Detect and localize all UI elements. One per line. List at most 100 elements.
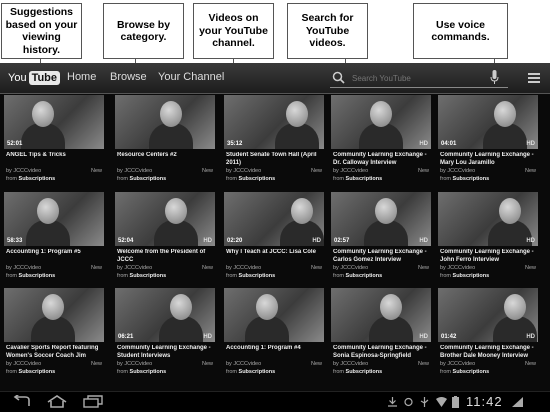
thumbnail-face	[170, 294, 192, 320]
video-card[interactable]: Accounting 1: Program #4 by JCCCvideo New f…	[224, 288, 324, 381]
video-card[interactable]: 02:57 HD Community Learning Exchange - Car…	[331, 192, 431, 285]
hd-badge: HD	[419, 334, 428, 340]
video-title[interactable]: ANGEL Tips & Tricks	[6, 152, 102, 167]
signal-icon	[512, 397, 523, 407]
video-thumbnail[interactable]	[4, 288, 104, 342]
video-source: from Subscriptions	[6, 369, 56, 375]
video-title[interactable]: Accounting 1: Program #5	[6, 249, 102, 264]
video-thumbnail[interactable]	[224, 288, 324, 342]
video-source-label: Subscriptions	[452, 273, 490, 279]
video-uploader: by JCCCvideo	[226, 361, 262, 367]
video-source: from Subscriptions	[117, 273, 167, 279]
hd-badge: HD	[203, 334, 212, 340]
new-badge: New	[524, 361, 536, 367]
video-title[interactable]: Community Learning Exchange - Sonia Espi…	[333, 345, 429, 360]
video-source: from Subscriptions	[333, 369, 383, 375]
video-title[interactable]: Resource Centers #2	[117, 152, 213, 167]
youtube-logo[interactable]: You Tube	[6, 70, 61, 86]
video-card[interactable]: HD Community Learning Exchange - Sonia Es…	[331, 288, 431, 381]
thumbnail-face	[160, 101, 182, 127]
video-thumbnail[interactable]: 52:04 HD	[115, 192, 215, 246]
video-card[interactable]: 58:33 Accounting 1: Program #5 by JCCCvide…	[4, 192, 104, 285]
video-thumbnail[interactable]: 58:33	[4, 192, 104, 246]
video-thumbnail[interactable]: 02:20 HD	[224, 192, 324, 246]
video-title[interactable]: Community Learning Exchange - John Ferro…	[440, 249, 536, 264]
search-box[interactable]	[330, 68, 508, 88]
video-thumbnail[interactable]: 35:12	[224, 95, 324, 149]
callout-text: Suggestions based on your viewing histor…	[5, 6, 78, 56]
video-title[interactable]: Accounting 1: Program #4	[226, 345, 322, 360]
video-title[interactable]: Community Learning Exchange - Mary Lou J…	[440, 152, 536, 167]
hd-badge: HD	[526, 238, 535, 244]
new-badge: New	[417, 361, 429, 367]
video-uploader: by JCCCvideo	[440, 265, 476, 271]
hd-badge: HD	[312, 238, 321, 244]
video-thumbnail[interactable]: HD	[331, 95, 431, 149]
recent-apps-icon[interactable]	[82, 395, 104, 408]
nav-your-channel[interactable]: Your Channel	[158, 71, 224, 83]
nav-browse[interactable]: Browse	[110, 71, 147, 83]
microphone-icon[interactable]	[490, 70, 499, 86]
video-card[interactable]: 06:21 HD Community Learning Exchange - Stu…	[115, 288, 215, 381]
video-source-label: Subscriptions	[129, 176, 167, 182]
video-card[interactable]: 35:12 Student Senate Town Hall (April 201…	[224, 95, 324, 188]
video-card[interactable]: 02:20 HD Why I Teach at JCCC: Lisa Cole by …	[224, 192, 324, 285]
video-card[interactable]: 01:42 HD Community Learning Exchange - Bro…	[438, 288, 538, 381]
video-thumbnail[interactable]: HD	[438, 192, 538, 246]
video-source: from Subscriptions	[226, 273, 276, 279]
search-input[interactable]	[350, 70, 504, 86]
nav-home[interactable]: Home	[67, 71, 96, 83]
video-card[interactable]: 04:01 HD Community Learning Exchange - Mar…	[438, 95, 538, 188]
video-title[interactable]: Cavalier Sports Report featuring Women's…	[6, 345, 102, 360]
video-title[interactable]: Community Learning Exchange - Dr. Callow…	[333, 152, 429, 167]
video-card[interactable]: 52:04 HD Welcome from the President of JCC…	[115, 192, 215, 285]
video-title[interactable]: Student Senate Town Hall (April 2011)	[226, 152, 322, 167]
search-icon[interactable]	[332, 71, 345, 84]
video-thumbnail[interactable]: 04:01 HD	[438, 95, 538, 149]
thumbnail-face	[32, 101, 54, 127]
video-title[interactable]: Community Learning Exchange - Student In…	[117, 345, 213, 360]
thumbnail-face	[37, 198, 59, 224]
action-bar: You Tube Home Browse Your Channel	[0, 63, 550, 94]
new-badge: New	[201, 361, 213, 367]
video-thumbnail[interactable]: 52:01	[4, 95, 104, 149]
video-source: from Subscriptions	[6, 273, 56, 279]
thumbnail-face	[380, 294, 402, 320]
menu-icon[interactable]	[528, 72, 540, 84]
new-badge: New	[310, 168, 322, 174]
video-duration: 02:57	[334, 238, 350, 244]
video-title[interactable]: Welcome from the President of JCCC	[117, 249, 213, 264]
video-card[interactable]: Resource Centers #2 by JCCCvideo New from S…	[115, 95, 215, 188]
video-source-label: Subscriptions	[18, 273, 56, 279]
video-source-label: Subscriptions	[238, 176, 276, 182]
video-source: from Subscriptions	[440, 369, 490, 375]
video-thumbnail[interactable]: 06:21 HD	[115, 288, 215, 342]
new-badge: New	[201, 168, 213, 174]
video-thumbnail[interactable]: 01:42 HD	[438, 288, 538, 342]
video-card[interactable]: 52:01 ANGEL Tips & Tricks by JCCCvideo New f…	[4, 95, 104, 188]
video-duration: 35:12	[227, 141, 243, 147]
callout-search: Search for YouTube videos.	[287, 3, 368, 59]
hd-badge: HD	[203, 238, 212, 244]
back-icon[interactable]	[12, 395, 32, 408]
video-thumbnail[interactable]: HD	[331, 288, 431, 342]
thumbnail-face	[504, 294, 526, 320]
video-card[interactable]: Cavalier Sports Report featuring Women's…	[4, 288, 104, 381]
callout-browse: Browse by category.	[103, 3, 184, 59]
home-icon[interactable]	[46, 395, 68, 408]
video-source-label: Subscriptions	[18, 176, 56, 182]
video-thumbnail[interactable]: 02:57 HD	[331, 192, 431, 246]
video-title[interactable]: Why I Teach at JCCC: Lisa Cole	[226, 249, 322, 264]
video-title[interactable]: Community Learning Exchange - Brother Da…	[440, 345, 536, 360]
video-card[interactable]: HD Community Learning Exchange - Dr. Call…	[331, 95, 431, 188]
callout-suggestions: Suggestions based on your viewing histor…	[1, 3, 82, 59]
thumbnail-face	[375, 198, 397, 224]
video-title[interactable]: Community Learning Exchange - Carlos Gom…	[333, 249, 429, 264]
video-card[interactable]: HD Community Learning Exchange - John Fer…	[438, 192, 538, 285]
video-grid: 52:01 ANGEL Tips & Tricks by JCCCvideo New f…	[0, 95, 550, 391]
callout-text: Videos on your YouTube channel.	[199, 12, 268, 50]
video-uploader: by JCCCvideo	[226, 265, 262, 271]
video-source-label: Subscriptions	[345, 273, 383, 279]
video-thumbnail[interactable]	[115, 95, 215, 149]
battery-icon	[452, 396, 459, 408]
